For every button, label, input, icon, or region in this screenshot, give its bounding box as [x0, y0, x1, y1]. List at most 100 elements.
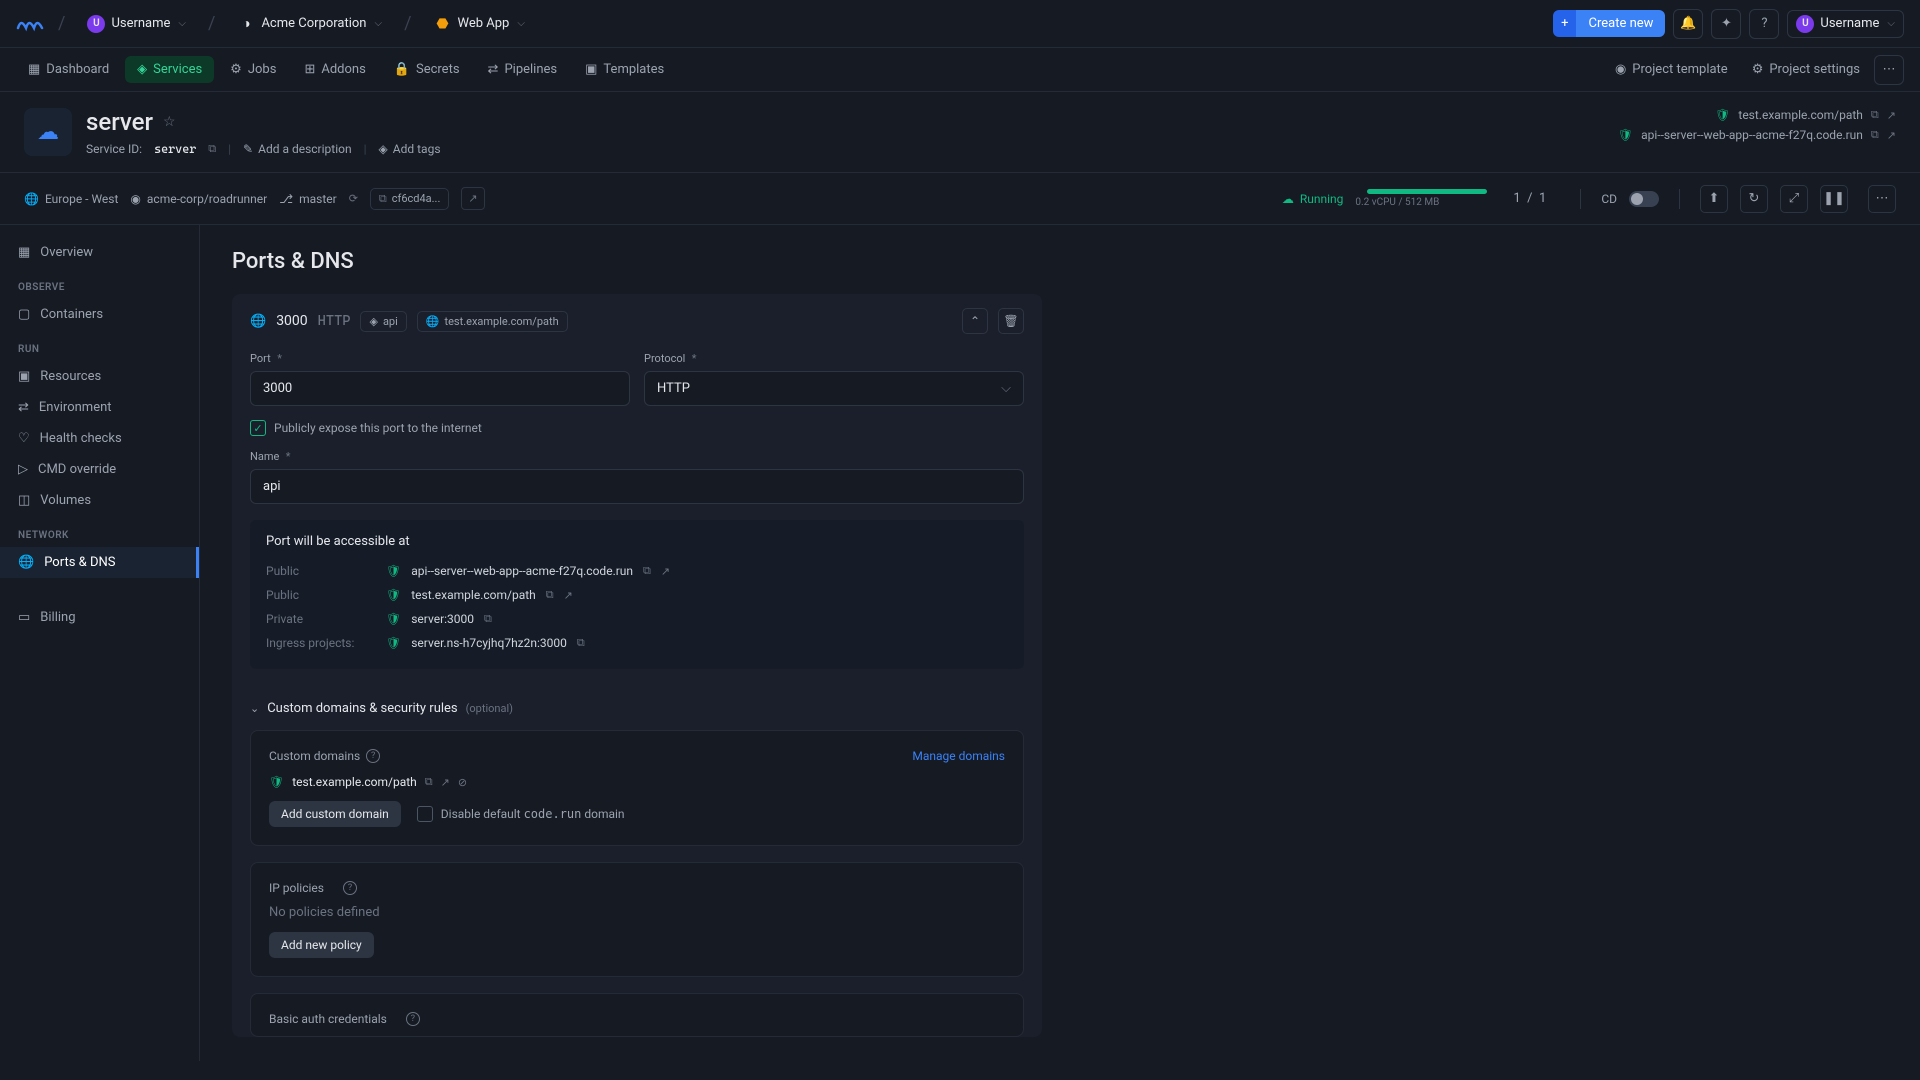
- breadcrumb-org[interactable]: ◑ Acme Corporation ⌵: [229, 11, 390, 37]
- service-id-value: server: [154, 142, 196, 156]
- copy-id-button[interactable]: ⧉: [208, 142, 216, 156]
- region-chip[interactable]: 🌐Europe - West: [24, 192, 118, 206]
- copy-button[interactable]: ⧉: [1871, 108, 1879, 122]
- more-button[interactable]: ⋯: [1874, 55, 1904, 85]
- custom-domain-value: test.example.com/path: [292, 775, 417, 789]
- breadcrumb-user[interactable]: U Username ⌵: [79, 11, 194, 37]
- breadcrumb-app[interactable]: ⬣ Web App ⌵: [426, 11, 533, 37]
- copy-button[interactable]: ⧉: [577, 636, 585, 650]
- card-icon: ▭: [18, 610, 30, 625]
- nav-pipelines[interactable]: ⇄Pipelines: [476, 56, 570, 83]
- notifications-button[interactable]: 🔔: [1673, 9, 1703, 39]
- sidebar-containers[interactable]: ▢Containers: [0, 299, 199, 330]
- cd-label: CD: [1601, 192, 1617, 206]
- disable-default-checkbox[interactable]: [417, 806, 433, 822]
- restart-button[interactable]: ↻: [1740, 185, 1768, 213]
- info-icon[interactable]: ?: [343, 881, 357, 895]
- pause-icon: ❚❚: [1823, 191, 1845, 206]
- help-button[interactable]: ?: [1749, 9, 1779, 39]
- user-avatar-icon: U: [87, 15, 105, 33]
- shield-icon: 🛡: [386, 564, 401, 578]
- favorite-button[interactable]: ☆: [163, 114, 176, 130]
- info-icon[interactable]: ?: [406, 1012, 420, 1026]
- deploy-button[interactable]: ⬆: [1700, 185, 1728, 213]
- repo-chip[interactable]: ◉acme-corp/roadrunner: [130, 192, 267, 206]
- add-tags-button[interactable]: ◈Add tags: [379, 142, 441, 156]
- unlink-button[interactable]: ⊘: [458, 776, 467, 789]
- nav-dashboard[interactable]: ▦Dashboard: [16, 56, 121, 83]
- protocol-select[interactable]: HTTP⌵: [644, 371, 1024, 406]
- sidebar-overview[interactable]: ▦Overview: [0, 237, 199, 268]
- copy-button[interactable]: ⧉: [546, 588, 554, 602]
- expose-checkbox[interactable]: ✓: [250, 420, 266, 436]
- delete-port-button[interactable]: 🗑: [998, 308, 1024, 334]
- sidebar-environment[interactable]: ⇄Environment: [0, 392, 199, 423]
- service-title: server☆: [86, 108, 441, 136]
- add-custom-domain-button[interactable]: Add custom domain: [269, 801, 401, 827]
- disable-default-label: Disable default code.run domain: [441, 807, 625, 821]
- user-menu[interactable]: U Username ⌵: [1787, 10, 1904, 38]
- sidebar-health[interactable]: ♡Health checks: [0, 423, 199, 454]
- add-description-button[interactable]: ✎Add a description: [243, 142, 352, 156]
- commit-chip[interactable]: ⧉cf6cd4a...: [370, 188, 449, 210]
- restart-icon: ↻: [1749, 191, 1760, 206]
- more-actions-button[interactable]: ⋯: [1868, 185, 1896, 213]
- branch-chip[interactable]: ⎇master: [279, 192, 336, 206]
- nav-templates[interactable]: ▣Templates: [573, 56, 676, 83]
- sidebar-resources[interactable]: ▣Resources: [0, 361, 199, 392]
- chevron-down-icon: ⌵: [1887, 18, 1895, 29]
- trash-icon: 🗑: [1003, 314, 1018, 328]
- custom-domains-toggle[interactable]: ⌄ Custom domains & security rules (optio…: [232, 687, 1042, 730]
- refresh-branch-button[interactable]: ⟳: [349, 192, 358, 205]
- separator: /: [208, 13, 215, 34]
- open-link-button[interactable]: ↗: [1887, 129, 1896, 142]
- open-commit-button[interactable]: ↗: [461, 187, 484, 210]
- open-link-button[interactable]: ↗: [661, 565, 670, 578]
- chevron-down-icon: ⌵: [1001, 381, 1011, 396]
- project-template-button[interactable]: ◉Project template: [1605, 56, 1738, 83]
- shield-icon: 🛡: [386, 612, 401, 626]
- add-policy-button[interactable]: Add new policy: [269, 932, 374, 958]
- port-input-label: Port *: [250, 352, 630, 365]
- sidebar-heading-run: RUN: [0, 330, 199, 361]
- gear-icon: ⚙: [1752, 62, 1764, 77]
- project-settings-button[interactable]: ⚙Project settings: [1742, 56, 1870, 83]
- jobs-icon: ⚙: [230, 62, 242, 77]
- sidebar-ports[interactable]: 🌐Ports & DNS: [0, 547, 199, 578]
- sidebar-billing[interactable]: ▭Billing: [0, 602, 199, 633]
- scale-button[interactable]: ⤢: [1780, 185, 1808, 213]
- nav-addons[interactable]: ⊞Addons: [292, 56, 377, 83]
- nav-jobs[interactable]: ⚙Jobs: [218, 56, 288, 83]
- pause-button[interactable]: ❚❚: [1820, 185, 1848, 213]
- port-input[interactable]: [250, 371, 630, 406]
- nav-secrets[interactable]: 🔒Secrets: [382, 56, 472, 83]
- info-icon[interactable]: ?: [366, 749, 380, 763]
- expose-label: Publicly expose this port to the interne…: [274, 421, 482, 435]
- resource-usage: 0.2 vCPU / 512 MB: [1355, 189, 1487, 208]
- scale-icon: ⤢: [1789, 191, 1799, 206]
- user-avatar-icon: U: [1796, 15, 1814, 33]
- chip-icon: ▣: [18, 369, 30, 384]
- open-link-button[interactable]: ↗: [1887, 109, 1896, 122]
- copy-button[interactable]: ⧉: [643, 564, 651, 578]
- copy-button[interactable]: ⧉: [484, 612, 492, 626]
- collapse-button[interactable]: ⌃: [962, 308, 988, 334]
- bell-icon: 🔔: [1680, 16, 1696, 31]
- nav-services[interactable]: ◈Services: [125, 56, 214, 83]
- feedback-button[interactable]: ✦: [1711, 9, 1741, 39]
- upload-icon: ⬆: [1709, 191, 1720, 206]
- cd-toggle[interactable]: [1629, 191, 1659, 207]
- app-icon: ⬣: [434, 15, 452, 33]
- manage-domains-link[interactable]: Manage domains: [912, 749, 1005, 763]
- sidebar-volumes[interactable]: ◫Volumes: [0, 485, 199, 516]
- copy-button[interactable]: ⧉: [1871, 128, 1879, 142]
- container-icon: ▢: [18, 307, 30, 322]
- open-link-button[interactable]: ↗: [441, 776, 450, 789]
- create-new-button[interactable]: + Create new: [1553, 10, 1665, 37]
- globe-icon: 🌐: [250, 314, 266, 329]
- sidebar-cmd[interactable]: ▷CMD override: [0, 454, 199, 485]
- name-input[interactable]: [250, 469, 1024, 504]
- copy-button[interactable]: ⧉: [425, 775, 433, 789]
- brand-logo[interactable]: [16, 10, 44, 38]
- open-link-button[interactable]: ↗: [564, 589, 573, 602]
